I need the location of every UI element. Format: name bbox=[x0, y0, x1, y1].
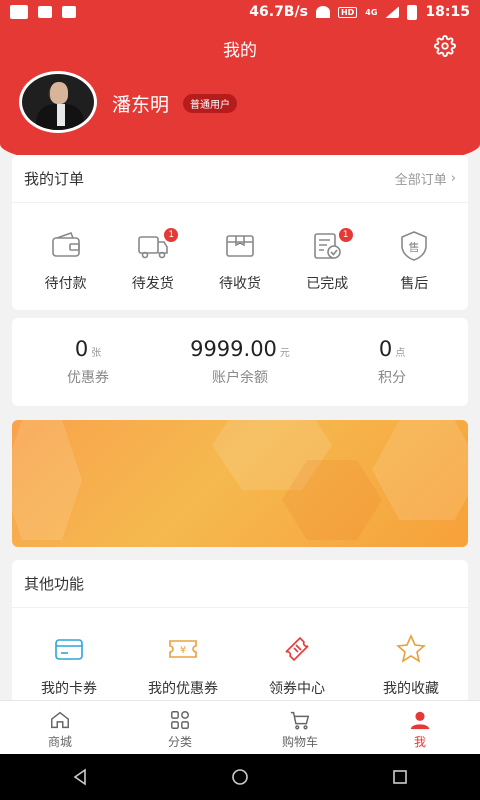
back-icon[interactable] bbox=[71, 768, 89, 786]
recents-icon[interactable] bbox=[391, 768, 409, 786]
asset-balance[interactable]: 9999.00 元 账户余额 bbox=[170, 337, 310, 387]
grid-icon bbox=[171, 711, 189, 729]
avatar[interactable] bbox=[19, 71, 97, 133]
func-label: 我的卡券 bbox=[41, 681, 97, 697]
order-pending-receipt[interactable]: 待收货 bbox=[196, 229, 283, 293]
func-my-favorites[interactable]: 我的收藏 bbox=[356, 632, 466, 698]
asset-points[interactable]: 0点 积分 bbox=[322, 337, 462, 387]
network-type: 4G bbox=[365, 7, 378, 17]
user-level-badge: 普通用户 bbox=[183, 94, 237, 113]
asset-value: 0 bbox=[378, 337, 393, 361]
other-functions-title: 其他功能 bbox=[24, 575, 85, 593]
network-speed: 46.7B/s bbox=[249, 4, 308, 20]
message-icon bbox=[10, 5, 28, 19]
box-icon bbox=[226, 235, 254, 257]
image-icon bbox=[62, 6, 76, 18]
asset-unit: 元 bbox=[279, 348, 290, 359]
username: 潘东明 bbox=[112, 94, 170, 116]
order-pending-shipment[interactable]: 1 待发货 bbox=[109, 227, 196, 293]
asset-value: 0 bbox=[74, 337, 89, 361]
signal-icon bbox=[385, 6, 400, 18]
asset-label: 账户余额 bbox=[212, 370, 268, 386]
order-item-label: 已完成 bbox=[306, 276, 349, 292]
tab-label: 购物车 bbox=[281, 735, 318, 749]
order-after-sales[interactable]: 售 售后 bbox=[371, 229, 458, 293]
func-label: 我的优惠券 bbox=[148, 681, 218, 697]
home-icon bbox=[51, 711, 69, 729]
order-item-label: 待发货 bbox=[131, 276, 174, 292]
clock: 18:15 bbox=[425, 4, 470, 20]
orders-card: 我的订单 全部订单 › 待付款 1 待发货 待收货 1 已完成 售 售后 bbox=[12, 155, 468, 310]
star-icon bbox=[396, 634, 426, 663]
tab-label: 商城 bbox=[47, 735, 72, 749]
func-label: 我的收藏 bbox=[383, 681, 439, 697]
tab-label: 分类 bbox=[167, 735, 192, 749]
cart-icon bbox=[290, 711, 310, 730]
func-my-coupons[interactable]: ¥ 我的优惠券 bbox=[128, 632, 238, 698]
card-icon bbox=[55, 639, 83, 660]
hd-badge: HD bbox=[337, 6, 358, 18]
func-label: 领券中心 bbox=[269, 681, 325, 697]
wifi-icon bbox=[315, 6, 330, 18]
system-nav-bar bbox=[0, 754, 480, 800]
home-circle-icon[interactable] bbox=[231, 768, 249, 786]
battery-icon bbox=[407, 4, 418, 20]
shield-icon: 售 bbox=[401, 231, 428, 261]
all-orders-label: 全部订单 bbox=[394, 173, 447, 188]
coupon-icon: ¥ bbox=[169, 640, 197, 658]
order-item-label: 售后 bbox=[400, 276, 429, 292]
func-coupon-center[interactable]: 领券中心 bbox=[242, 632, 352, 698]
count-badge: 1 bbox=[337, 227, 354, 243]
orders-header: 我的订单 全部订单 › bbox=[12, 155, 468, 203]
asset-label: 优惠券 bbox=[67, 370, 109, 386]
assets-card: 0张 优惠券 9999.00 元 账户余额 0点 积分 bbox=[12, 318, 468, 406]
asset-label: 积分 bbox=[378, 370, 406, 386]
svg-text:¥: ¥ bbox=[180, 645, 186, 656]
wallet-icon bbox=[51, 231, 80, 257]
ticket-icon bbox=[285, 636, 309, 662]
bottom-tab-bar: 商城 分类 购物车 我 bbox=[0, 700, 480, 754]
orders-title: 我的订单 bbox=[24, 170, 85, 188]
tab-home[interactable]: 商城 bbox=[0, 701, 120, 754]
asset-value: 9999.00 bbox=[190, 337, 277, 361]
promo-banner[interactable] bbox=[12, 420, 468, 547]
order-item-label: 待付款 bbox=[44, 276, 87, 292]
chevron-right-icon: › bbox=[450, 171, 456, 186]
tab-category[interactable]: 分类 bbox=[120, 701, 240, 754]
asset-unit: 张 bbox=[91, 348, 102, 359]
count-badge: 1 bbox=[163, 227, 180, 243]
status-bar: 46.7B/s HD 4G 18:15 bbox=[0, 0, 480, 24]
tab-cart[interactable]: 购物车 bbox=[240, 701, 360, 754]
tab-label: 我 bbox=[413, 735, 426, 749]
func-my-cards[interactable]: 我的卡券 bbox=[14, 632, 124, 698]
other-functions-header: 其他功能 bbox=[12, 560, 468, 608]
asset-coupons[interactable]: 0张 优惠券 bbox=[18, 337, 158, 387]
other-functions-card: 其他功能 我的卡券 ¥ 我的优惠券 领券中心 我的收藏 bbox=[12, 560, 468, 710]
svg-text:售: 售 bbox=[409, 240, 420, 254]
gear-icon[interactable] bbox=[434, 35, 456, 57]
missed-call-icon bbox=[38, 6, 52, 18]
person-icon bbox=[410, 711, 430, 730]
order-completed[interactable]: 1 已完成 bbox=[284, 227, 371, 293]
all-orders-link[interactable]: 全部订单 › bbox=[395, 169, 456, 188]
order-item-label: 待收货 bbox=[219, 276, 261, 292]
order-pending-payment[interactable]: 待付款 bbox=[22, 229, 109, 293]
tab-me[interactable]: 我 bbox=[360, 701, 480, 754]
asset-unit: 点 bbox=[395, 348, 406, 359]
page-title: 我的 bbox=[223, 41, 257, 61]
